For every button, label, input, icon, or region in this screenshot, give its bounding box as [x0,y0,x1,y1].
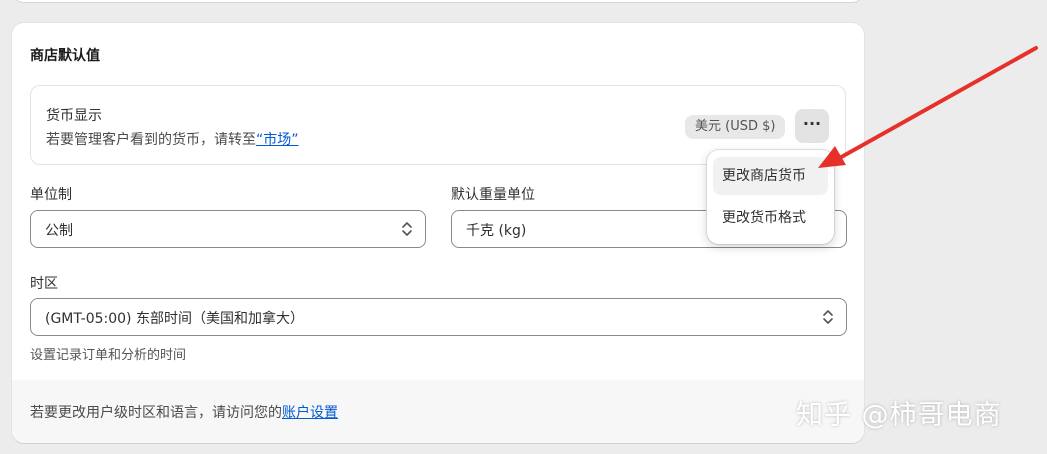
annotation-arrow [818,46,1038,168]
watermark-text: 知乎 @柿哥电商 [796,400,1002,431]
